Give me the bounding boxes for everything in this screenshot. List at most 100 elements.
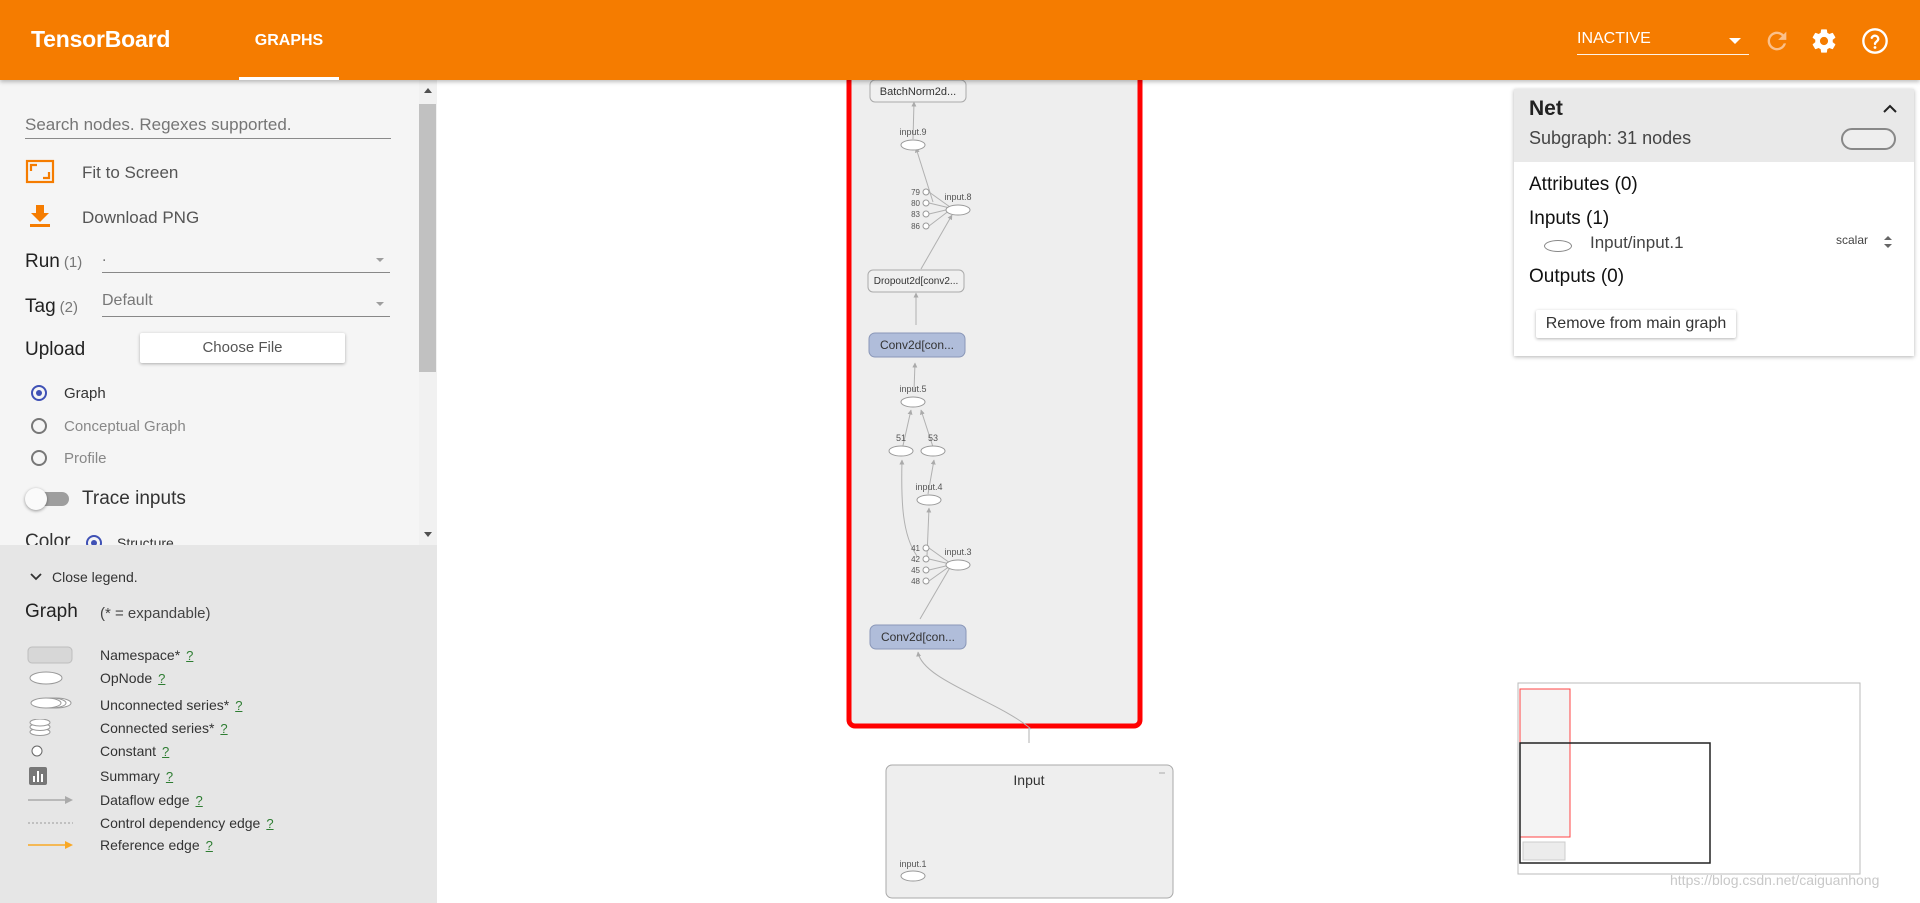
radio-graph[interactable] (31, 385, 47, 401)
node-label-input5: input.5 (899, 384, 926, 394)
constant-label: 83 (911, 210, 920, 219)
graph-constant[interactable] (922, 577, 930, 585)
graph-node-input9[interactable] (900, 139, 926, 151)
chevron-up-icon[interactable] (1880, 99, 1900, 119)
legend-item-dataflow-edge: Dataflow edge? (0, 788, 437, 812)
info-node-name: Net (1529, 97, 1563, 120)
scroll-up-icon[interactable] (424, 88, 432, 93)
radio-profile[interactable] (31, 450, 47, 466)
color-label-text: Color (25, 533, 71, 545)
constant-icon (31, 745, 43, 757)
info-card-header: Net Subgraph: 31 nodes (1514, 89, 1914, 162)
graph-node-input1[interactable] (900, 870, 926, 882)
info-input-name[interactable]: Input/input.1 (1590, 233, 1684, 253)
legend-help-link[interactable]: ? (206, 838, 213, 853)
graph-node-input5[interactable] (900, 396, 926, 408)
tag-count: (2) (59, 299, 78, 316)
tag-dropdown-value: Default (102, 292, 153, 309)
node-label-input8: input.8 (944, 192, 971, 202)
download-icon (30, 205, 50, 227)
legend-item-constant: Constant? (0, 739, 437, 763)
color-label-partial: Color (25, 533, 75, 545)
legend-help-link[interactable]: ? (266, 816, 273, 831)
trace-inputs-toggle[interactable] (25, 488, 71, 510)
graph-node-input3[interactable] (945, 559, 971, 571)
legend-help-link[interactable]: ? (220, 721, 227, 736)
trace-inputs-label: Trace inputs (82, 488, 186, 509)
remove-from-main-graph-button[interactable]: Remove from main graph (1536, 310, 1736, 338)
node-label-input3: input.3 (944, 547, 971, 557)
legend-label: Connected series* (100, 720, 215, 736)
legend-help-link[interactable]: ? (166, 769, 173, 784)
run-label-text: Run (25, 251, 60, 272)
legend-help-link[interactable]: ? (196, 793, 203, 808)
tab-graphs-label: GRAPHS (254, 32, 324, 49)
settings-gear-icon[interactable] (1810, 27, 1838, 55)
sidebar-scrollbar[interactable] (419, 80, 437, 545)
legend-help-link[interactable]: ? (235, 698, 242, 713)
dataflow-edge-icon (28, 796, 73, 804)
tag-dropdown[interactable]: Default (102, 292, 390, 317)
radio-profile-label: Profile (64, 450, 107, 467)
download-png-label: Download PNG (82, 208, 200, 227)
fit-to-screen-button[interactable]: Fit to Screen (25, 159, 225, 185)
tab-graphs[interactable]: GRAPHS (239, 0, 339, 80)
node-label-input-namespace: Input (1013, 772, 1044, 788)
legend-label: Dataflow edge (100, 792, 190, 808)
graph-node-51[interactable] (888, 445, 914, 457)
legend-help-link[interactable]: ? (158, 671, 165, 686)
legend-help-link[interactable]: ? (186, 648, 193, 663)
legend-label: Unconnected series* (100, 697, 230, 713)
graph-constant[interactable] (922, 544, 930, 552)
fit-to-screen-icon (25, 159, 55, 184)
legend-label: OpNode (100, 670, 153, 686)
top-app-bar: TensorBoard GRAPHS INACTIVE (0, 0, 1920, 80)
legend-help-link[interactable]: ? (162, 744, 169, 759)
node-label-dropout: Dropout2d[conv2... (874, 276, 959, 287)
node-label-conv2d-bottom: Conv2d[con... (881, 630, 955, 644)
graph-constant[interactable] (922, 199, 930, 207)
opnode-icon (29, 671, 63, 685)
chevron-down-icon (376, 302, 384, 306)
close-legend-button[interactable]: Close legend. (30, 569, 138, 585)
upload-label: Upload (25, 339, 86, 360)
info-attributes: Attributes (0) (1529, 174, 1638, 195)
node-label-input9: input.9 (899, 127, 926, 137)
legend-label: Reference edge (100, 837, 200, 853)
graph-node-input4[interactable] (916, 494, 942, 506)
opnode-icon (1544, 240, 1572, 252)
refresh-icon[interactable] (1763, 27, 1791, 55)
legend-item-namespace: Namespace*? (0, 643, 437, 667)
graph-constant[interactable] (922, 566, 930, 574)
radio-structure-partial[interactable] (86, 535, 102, 545)
color-structure-label: Structure (117, 535, 174, 545)
scrollbar-thumb[interactable] (419, 104, 436, 372)
input-expand-stepper-icon[interactable] (1880, 231, 1896, 253)
graph-constant[interactable] (922, 188, 930, 196)
scroll-down-icon[interactable] (424, 532, 432, 537)
node-label-53: 53 (928, 433, 938, 443)
legend-title: Graph (25, 601, 78, 622)
download-png-button[interactable]: Download PNG (25, 204, 225, 230)
search-nodes-input[interactable] (25, 110, 391, 140)
graph-constant[interactable] (922, 210, 930, 218)
namespace-shape-icon (1841, 128, 1896, 150)
graph-constant[interactable] (922, 555, 930, 563)
graph-node-input8[interactable] (945, 204, 971, 216)
run-dropdown[interactable]: . (102, 248, 390, 273)
run-selector-dropdown[interactable]: INACTIVE (1577, 30, 1749, 55)
help-icon[interactable] (1861, 27, 1889, 55)
radio-conceptual-graph[interactable] (31, 418, 47, 434)
constant-label: 41 (911, 544, 920, 553)
graph-node-53[interactable] (920, 445, 946, 457)
fit-to-screen-label: Fit to Screen (82, 163, 179, 182)
graph-constant[interactable] (922, 222, 930, 230)
unconnected-series-icon (30, 697, 72, 709)
node-label-conv2d-top: Conv2d[con... (880, 338, 954, 352)
node-label-batchnorm: BatchNorm2d... (880, 86, 956, 98)
info-inputs: Inputs (1) (1529, 208, 1610, 229)
toggle-knob (25, 488, 47, 510)
constant-label: 80 (911, 199, 920, 208)
chevron-down-icon (376, 258, 384, 262)
choose-file-button[interactable]: Choose File (140, 333, 345, 363)
